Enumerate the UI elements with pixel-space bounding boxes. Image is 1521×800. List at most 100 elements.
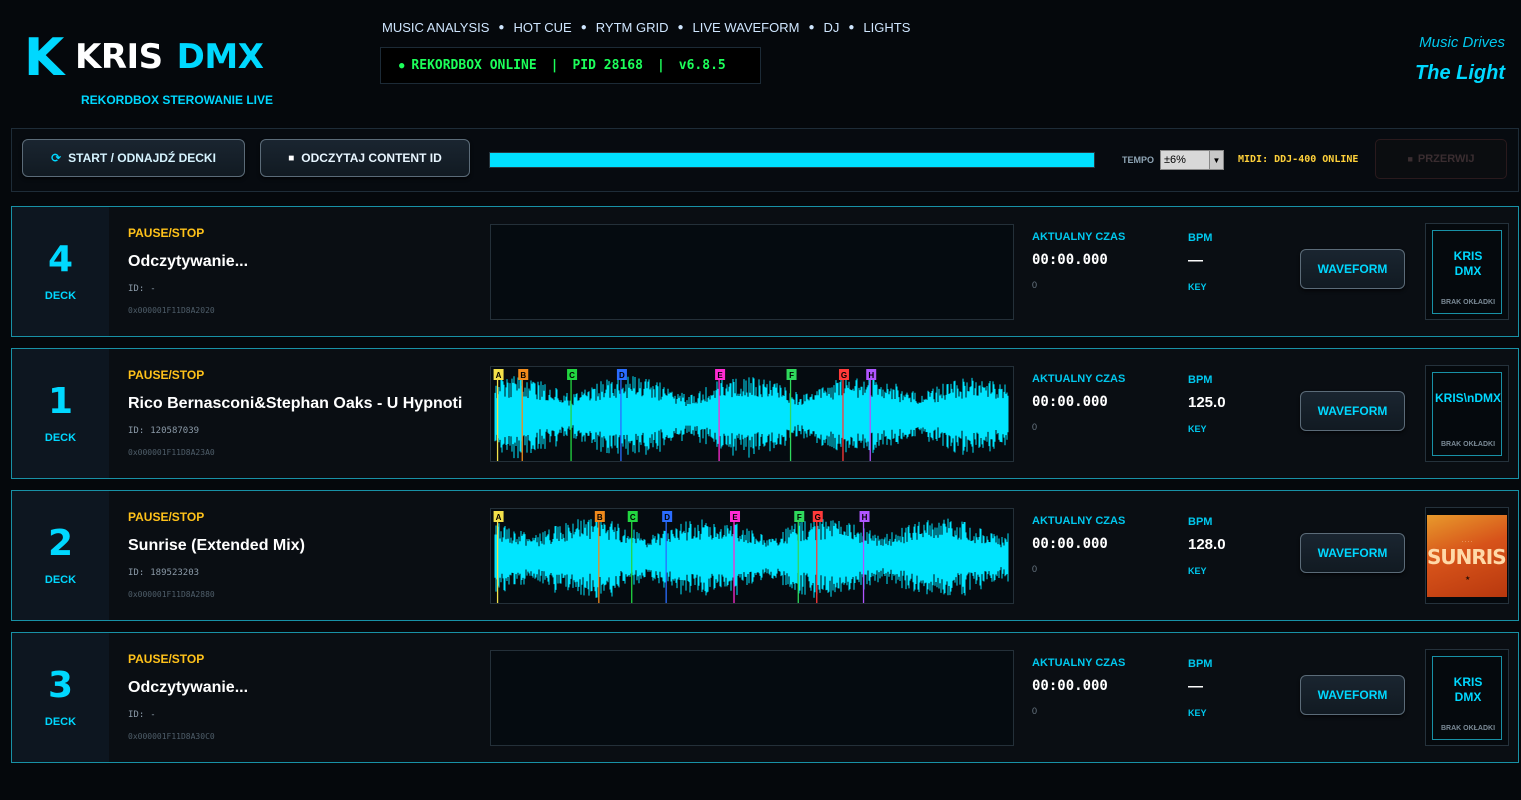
- deck-number-column: 4 DECK: [12, 207, 109, 336]
- chevron-down-icon[interactable]: ▼: [1209, 151, 1223, 169]
- current-time: 00:00.000: [1032, 536, 1108, 552]
- track-id-label: ID:: [128, 710, 145, 720]
- track-title: Odczytywanie...: [128, 679, 249, 696]
- deck-number: 4: [47, 239, 74, 280]
- stop-icon: ■: [1407, 154, 1413, 164]
- cover-art-title: SUNRISE: [1427, 545, 1507, 569]
- time-counter: 0: [1032, 422, 1038, 432]
- start-find-decks-button[interactable]: ⟳ START / ODNAJDŹ DECKI: [22, 139, 245, 177]
- hot-cue-label: C: [569, 371, 575, 380]
- waveform-button[interactable]: WAVEFORM: [1300, 249, 1405, 289]
- current-time-label: AKTUALNY CZAS: [1032, 657, 1126, 669]
- waveform-display[interactable]: A B C D E F G H: [490, 366, 1014, 462]
- square-icon: ■: [288, 152, 295, 164]
- time-counter: 0: [1032, 280, 1038, 290]
- waveform-button[interactable]: WAVEFORM: [1300, 675, 1405, 715]
- hot-cue-label: D: [619, 371, 625, 380]
- online-dot-icon: ●: [399, 60, 405, 71]
- bpm-value: 125.0: [1188, 394, 1226, 411]
- deck-state: PAUSE/STOP: [128, 368, 205, 382]
- hot-cue-label: G: [815, 513, 821, 522]
- app-subtitle: REKORDBOX STEROWANIE LIVE: [81, 93, 274, 107]
- album-cover: KRIS DMX BRAK OKŁADKI: [1425, 649, 1509, 746]
- nav-live-waveform[interactable]: LIVE WAVEFORM: [693, 20, 800, 35]
- key-label: KEY: [1188, 708, 1207, 718]
- bpm-label: BPM: [1188, 516, 1213, 528]
- rekordbox-status: ● REKORDBOX ONLINE | PID 28168 | v6.8.5: [380, 47, 761, 84]
- current-time: 00:00.000: [1032, 252, 1108, 268]
- track-id-value: 120587039: [150, 426, 200, 436]
- nav-music-analysis[interactable]: MUSIC ANALYSIS: [382, 20, 489, 35]
- tempo-label: TEMPO: [1122, 155, 1155, 165]
- bpm-value: —: [1188, 678, 1203, 695]
- scan-progress-bar: [489, 152, 1095, 168]
- progress-fill: [490, 153, 1094, 167]
- cover-placeholder: KRIS DMX BRAK OKŁADKI: [1432, 656, 1502, 740]
- time-counter: 0: [1032, 564, 1038, 574]
- waveform-display[interactable]: [490, 650, 1014, 746]
- status-version: v6.8.5: [678, 58, 726, 73]
- tempo-value: ±6%: [1164, 154, 1186, 166]
- track-id-value: 189523203: [150, 568, 200, 578]
- abort-button[interactable]: ■ PRZERWIJ: [1375, 139, 1507, 179]
- tagline-the-light: The Light: [1415, 62, 1505, 84]
- waveform-button[interactable]: WAVEFORM: [1300, 391, 1405, 431]
- hot-cue-label: G: [841, 371, 847, 380]
- hot-cue-label: A: [496, 371, 502, 380]
- track-id-label: ID:: [128, 426, 145, 436]
- midi-status: MIDI: DDJ-400 ONLINE: [1238, 154, 1359, 165]
- status-divider: |: [656, 58, 665, 73]
- deck-number: 2: [47, 523, 74, 564]
- nav-rytm-grid[interactable]: RYTM GRID: [596, 20, 669, 35]
- track-title: Odczytywanie...: [128, 253, 249, 270]
- deck-label: DECK: [44, 716, 77, 728]
- content-button-label: ODCZYTAJ CONTENT ID: [301, 151, 442, 165]
- hot-cue-label: H: [868, 371, 874, 380]
- hot-cue-label: F: [789, 371, 794, 380]
- no-cover-label: BRAK OKŁADKI: [1440, 299, 1496, 306]
- cover-placeholder: KRIS DMX BRAK OKŁADKI: [1432, 230, 1502, 314]
- nav-hot-cue[interactable]: HOT CUE: [513, 20, 571, 35]
- track-id: ID: 189523203: [128, 568, 199, 578]
- waveform-path: [494, 518, 1009, 598]
- no-cover-label: BRAK OKŁADKI: [1440, 441, 1496, 448]
- deck-address: 0x000001F11D8A23A0: [128, 448, 215, 457]
- waveform-display[interactable]: A B C D E F G H: [490, 508, 1014, 604]
- waveform-display[interactable]: [490, 224, 1014, 320]
- app-logo: KRIS DMX: [75, 38, 264, 76]
- track-title: Sunrise (Extended Mix): [128, 537, 305, 554]
- current-time-label: AKTUALNY CZAS: [1032, 373, 1126, 385]
- hot-cue-label: D: [664, 513, 670, 522]
- current-time: 00:00.000: [1032, 394, 1108, 410]
- nav-dj[interactable]: DJ: [823, 20, 839, 35]
- hot-cue-label: H: [862, 513, 868, 522]
- cover-placeholder-text: KRIS DMX: [1453, 249, 1483, 278]
- status-pid: PID 28168: [572, 58, 643, 73]
- nav-separator-icon: ●: [677, 22, 684, 33]
- hot-cue-label: C: [630, 513, 636, 522]
- status-online: REKORDBOX ONLINE: [411, 58, 537, 73]
- tempo-select[interactable]: ±6% ▼: [1160, 150, 1224, 170]
- read-content-id-button[interactable]: ■ ODCZYTAJ CONTENT ID: [260, 139, 470, 177]
- status-divider: |: [550, 58, 559, 73]
- album-cover: · · · · SUNRISE ★: [1425, 507, 1509, 604]
- key-label: KEY: [1188, 566, 1207, 576]
- current-time-label: AKTUALNY CZAS: [1032, 231, 1126, 243]
- deck-panel-4: 4 DECK PAUSE/STOP Odczytywanie... ID: - 0…: [11, 206, 1519, 337]
- time-counter: 0: [1032, 706, 1038, 716]
- cover-placeholder-text: KRIS\nDMX: [1435, 391, 1501, 405]
- track-id-label: ID:: [128, 284, 145, 294]
- abort-button-label: PRZERWIJ: [1417, 153, 1475, 165]
- deck-number-column: 2 DECK: [12, 491, 109, 620]
- track-id: ID: -: [128, 710, 156, 720]
- track-id: ID: -: [128, 284, 156, 294]
- track-id: ID: 120587039: [128, 426, 199, 436]
- nav-lights[interactable]: LIGHTS: [863, 20, 910, 35]
- deck-number-column: 3 DECK: [12, 633, 109, 762]
- waveform-button[interactable]: WAVEFORM: [1300, 533, 1405, 573]
- app-header: K KRIS DMX REKORDBOX STEROWANIE LIVE MUSI…: [0, 0, 1521, 122]
- waveform-graph: A B C D E F G H: [493, 369, 1009, 461]
- key-label: KEY: [1188, 424, 1207, 434]
- album-cover: KRIS DMX BRAK OKŁADKI: [1425, 223, 1509, 320]
- tagline-music-drives: Music Drives: [1419, 34, 1505, 51]
